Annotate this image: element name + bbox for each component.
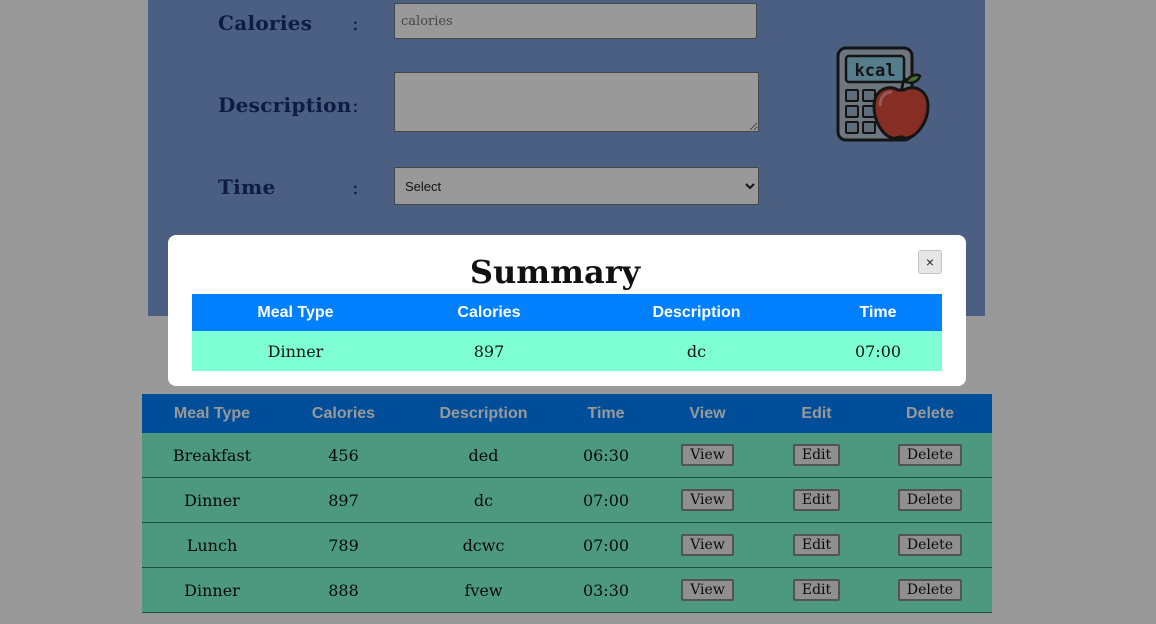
summary-cell-time: 07:00 — [814, 331, 942, 371]
summary-cell-description: dc — [579, 331, 814, 371]
summary-header-meal-type: Meal Type — [192, 294, 399, 331]
summary-row: Dinner 897 dc 07:00 — [192, 331, 942, 371]
modal-title: Summary — [469, 253, 641, 291]
summary-header-row: Meal Type Calories Description Time — [192, 294, 942, 331]
summary-header-time: Time — [814, 294, 942, 331]
summary-header-description: Description — [579, 294, 814, 331]
summary-modal: Summary × Meal Type Calories Description… — [168, 235, 966, 386]
summary-cell-meal-type: Dinner — [192, 331, 399, 371]
summary-cell-calories: 897 — [399, 331, 579, 371]
close-button[interactable]: × — [918, 250, 942, 274]
summary-table: Meal Type Calories Description Time Dinn… — [192, 294, 942, 371]
summary-header-calories: Calories — [399, 294, 579, 331]
